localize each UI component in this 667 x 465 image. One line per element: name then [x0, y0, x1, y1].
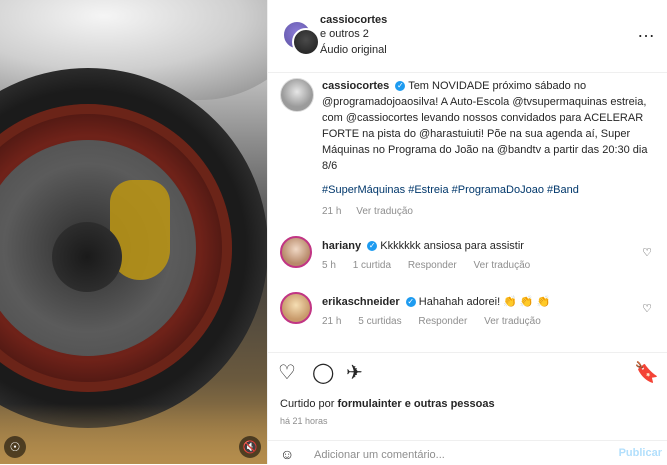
comment-body-erika: Hahahah adorei! 👏 👏 👏: [418, 296, 551, 308]
verified-badge-icon: ✓: [395, 81, 406, 91]
header-username[interactable]: cassiocortes: [320, 14, 387, 26]
comment-username-hariany[interactable]: hariany: [322, 240, 361, 252]
comment-likes-erika[interactable]: 5 curtidas: [358, 316, 401, 327]
comment-avatar-erika[interactable]: [280, 292, 312, 324]
comment-reply-hariany[interactable]: Responder: [408, 260, 457, 271]
likes-suffix[interactable]: e outras pessoas: [405, 398, 495, 410]
caption-avatar[interactable]: [280, 78, 314, 112]
caption-see-translation[interactable]: Ver tradução: [356, 206, 413, 217]
likes-prefix: Curtido por: [280, 398, 335, 410]
tagged-users-icon[interactable]: ☉: [4, 436, 26, 458]
comment-meta-hariany: 5 h 1 curtida Responder Ver tradução: [322, 260, 544, 271]
caption-text-block: cassiocortes ✓ Tem NOVIDADE próximo sába…: [322, 78, 662, 220]
emoji-icon[interactable]: ☺: [280, 445, 298, 463]
caption-time[interactable]: 21 h: [322, 206, 341, 217]
comment-hariany: hariany ✓ Kkkkkkk ansiosa para assistir …: [280, 236, 656, 292]
post-media[interactable]: ☉ 🔇: [0, 0, 267, 464]
caption-username[interactable]: cassiocortes: [322, 80, 389, 92]
comment-icon[interactable]: ◯: [312, 361, 336, 385]
comment-text-erika: erikaschneider ✓ Hahahah adorei! 👏 👏 👏: [322, 294, 550, 310]
verified-badge-icon: ✓: [367, 241, 378, 251]
collab-avatar-2[interactable]: [292, 28, 320, 56]
comment-meta-erika: 21 h 5 curtidas Responder Ver tradução: [322, 316, 555, 327]
post-time[interactable]: há 21 horas: [280, 416, 328, 426]
comment-erika: erikaschneider ✓ Hahahah adorei! 👏 👏 👏 2…: [280, 292, 656, 348]
comment-username-erika[interactable]: erikaschneider: [322, 296, 400, 308]
audio-icon[interactable]: 🔇: [239, 436, 261, 458]
post-header: cassiocortes e outros 2 Áudio original …: [268, 0, 667, 73]
header-audio[interactable]: Áudio original: [320, 44, 387, 56]
publish-button[interactable]: Publicar: [619, 447, 662, 459]
comment-body-hariany: Kkkkkkk ansiosa para assistir: [380, 240, 524, 252]
comment-like-button-erika[interactable]: ♡: [642, 302, 652, 315]
comment-reply-erika[interactable]: Responder: [418, 316, 467, 327]
comment-likes-hariany[interactable]: 1 curtida: [353, 260, 391, 271]
caption-body: Tem NOVIDADE próximo sábado no @programa…: [322, 80, 648, 172]
post-panel: cassiocortes e outros 2 Áudio original ……: [267, 0, 667, 464]
share-icon[interactable]: ✈: [346, 361, 370, 385]
wheel-hub: [52, 222, 122, 292]
comment-input[interactable]: [312, 446, 596, 464]
add-comment-bar: ☺ Publicar: [268, 440, 667, 465]
comment-text-hariany: hariany ✓ Kkkkkkk ansiosa para assistir: [322, 238, 524, 254]
verified-badge-icon: ✓: [405, 297, 416, 307]
comment-like-button-hariany[interactable]: ♡: [642, 246, 652, 259]
more-options-button[interactable]: …: [637, 22, 656, 40]
likes-user[interactable]: formulainter: [337, 398, 401, 410]
header-user-block: cassiocortes e outros 2 Áudio original: [320, 14, 387, 56]
comment-time-hariany[interactable]: 5 h: [322, 260, 336, 271]
bookmark-icon[interactable]: 🔖: [634, 361, 659, 385]
likes-line: Curtido por formulainter e outras pessoa…: [280, 398, 495, 410]
caption-hashtags[interactable]: #SuperMáquinas #Estreia #ProgramaDoJoao …: [322, 182, 662, 198]
header-collab[interactable]: e outros 2: [320, 28, 387, 40]
comment-time-erika[interactable]: 21 h: [322, 316, 341, 327]
comment-avatar-hariany[interactable]: [280, 236, 312, 268]
ground: [0, 404, 267, 464]
actions-bar: ♡ ◯ ✈ 🔖: [268, 352, 667, 393]
comment-see-translation-erika[interactable]: Ver tradução: [484, 316, 541, 327]
heart-icon[interactable]: ♡: [278, 361, 302, 385]
comment-see-translation-hariany[interactable]: Ver tradução: [474, 260, 531, 271]
caption-meta: 21 h Ver tradução: [322, 204, 662, 220]
